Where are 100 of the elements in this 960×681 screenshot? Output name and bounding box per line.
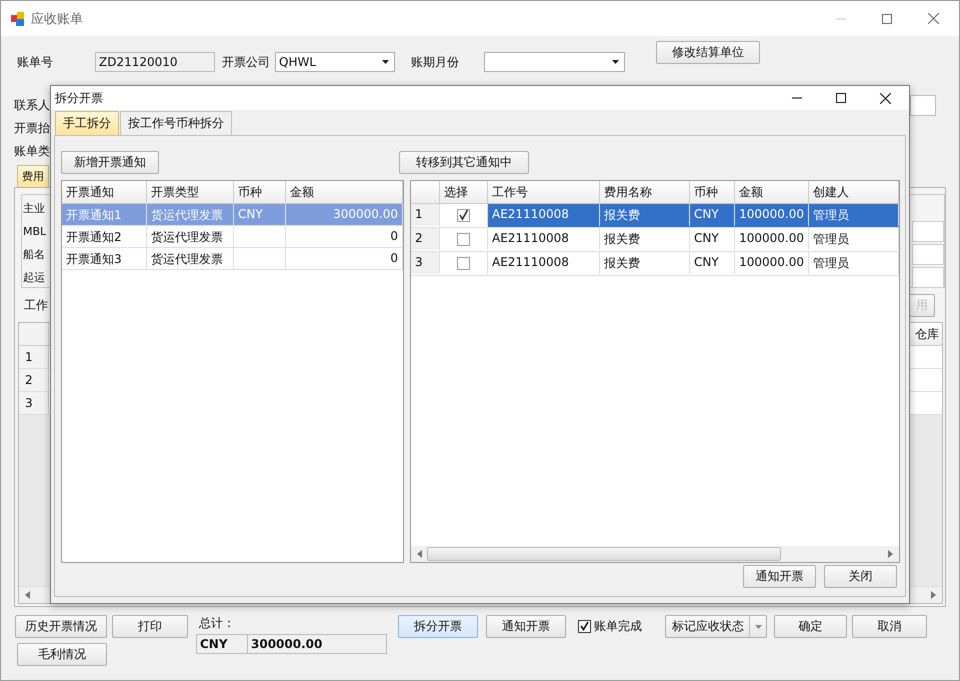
table-row[interactable]: 开票通知3 货运代理发票 0 [62, 248, 403, 270]
bill-number-label: 账单号 [16, 54, 54, 70]
form-label: 起运 [23, 270, 45, 285]
action-button[interactable]: 拆分开票 [398, 615, 478, 638]
table-row[interactable]: AE21110008 报关费 CNY 100000.00 管理员 [488, 252, 899, 275]
scroll-right-icon[interactable] [888, 550, 893, 558]
column-header: 币种 [234, 181, 286, 203]
table-cell: CNY [690, 252, 735, 274]
table-cell: 报关费 [600, 228, 690, 250]
checkbox-icon[interactable] [578, 620, 591, 633]
table-cell: 报关费 [600, 252, 690, 274]
company-label: 开票公司 [221, 54, 271, 70]
text-field[interactable] [912, 221, 944, 242]
text-field[interactable] [912, 244, 944, 265]
text-field[interactable] [910, 95, 936, 116]
column-header: 仓库 [915, 326, 940, 342]
column-header: 币种 [690, 181, 735, 203]
tab[interactable]: 手工拆分 [55, 111, 119, 135]
row-number: 3 [411, 252, 440, 274]
table-cell: 100000.00 [735, 228, 809, 250]
column-header: 金额 [286, 181, 403, 203]
row-number: 1 [19, 346, 49, 368]
form-label: 开票抬 [14, 120, 50, 137]
table-cell: 开票通知3 [62, 248, 147, 269]
text-field[interactable] [912, 267, 944, 288]
dialog-title: 拆分开票 [55, 90, 103, 106]
notify-invoice-button[interactable]: 通知开票 [743, 565, 816, 588]
status-dropdown-button[interactable]: 标记应收状态 [665, 615, 767, 638]
row-number: 2 [19, 369, 49, 391]
tab[interactable]: 按工作号币种拆分 [120, 111, 232, 135]
table-cell: 货运代理发票 [147, 248, 234, 269]
scroll-left-icon[interactable] [25, 591, 30, 599]
checkbox[interactable] [457, 208, 470, 222]
form-label: 工作 [23, 296, 48, 314]
column-header: 选择 [440, 181, 488, 203]
edit-settlement-button[interactable]: 修改结算单位 [656, 40, 760, 64]
form-label: 主业 [23, 201, 45, 216]
table-cell: 0 [286, 248, 403, 269]
table-cell: 0 [286, 226, 403, 247]
company-dropdown[interactable]: QHWL [275, 52, 395, 72]
form-label: MBL [23, 225, 46, 238]
checkbox[interactable] [457, 256, 470, 270]
scroll-right-icon[interactable] [931, 591, 936, 599]
column-header: 开票类型 [147, 181, 234, 203]
row-number: 2 [411, 228, 440, 250]
action-button[interactable]: 通知开票 [486, 615, 566, 638]
print-button[interactable]: 打印 [112, 615, 188, 638]
table-cell: CNY [690, 204, 735, 226]
column-header: 费用名称 [600, 181, 690, 203]
form-label: 船名 [23, 247, 45, 262]
table-cell: 开票通知2 [62, 226, 147, 247]
table-cell: AE21110008 [488, 228, 600, 250]
table-cell: AE21110008 [488, 204, 600, 226]
cancel-button[interactable]: 取消 [852, 615, 927, 638]
table-cell: 报关费 [600, 204, 690, 226]
form-label: 联系人 [14, 97, 50, 114]
table-cell: 300000.00 [286, 204, 403, 225]
table-cell: 100000.00 [735, 204, 809, 226]
table-row[interactable]: 开票通知2 货运代理发票 0 [62, 226, 403, 248]
caret-icon [382, 60, 389, 64]
total-currency: CNY [196, 634, 248, 654]
column-header: 工作号 [488, 181, 600, 203]
table-cell: 管理员 [809, 228, 899, 250]
close-button[interactable]: 关闭 [824, 565, 897, 588]
tab[interactable]: 费用 [17, 165, 49, 187]
table-cell: CNY [234, 204, 286, 225]
column-header: 金额 [735, 181, 809, 203]
row-number: 3 [19, 392, 49, 414]
table-cell: AE21110008 [488, 252, 600, 274]
move-to-notice-button[interactable]: 转移到其它通知中 [399, 151, 529, 174]
scroll-left-icon[interactable] [417, 550, 422, 558]
close-icon[interactable] [880, 92, 891, 104]
table-cell: CNY [690, 228, 735, 250]
table-cell: 货运代理发票 [147, 204, 234, 225]
maximize-icon[interactable] [836, 93, 846, 103]
period-label: 账期月份 [410, 54, 460, 70]
table-row[interactable]: AE21110008 报关费 CNY 100000.00 管理员 [488, 228, 899, 251]
caret-icon [612, 60, 619, 64]
period-dropdown[interactable] [484, 52, 625, 72]
profit-button[interactable]: 毛利情况 [17, 643, 107, 666]
app-icon [11, 12, 25, 26]
add-notice-button[interactable]: 新增开票通知 [61, 151, 159, 174]
form-label: 账单类 [14, 143, 50, 160]
total-amount: 300000.00 [248, 634, 387, 654]
history-invoices-button[interactable]: 历史开票情况 [15, 615, 107, 638]
caret-icon [754, 624, 762, 628]
table-cell: 管理员 [809, 204, 899, 226]
checkbox[interactable] [457, 232, 470, 246]
table-row[interactable]: AE21110008 报关费 CNY 100000.00 管理员 [488, 204, 899, 227]
total-label: 总计： [198, 615, 236, 632]
window-title: 应收账单 [31, 10, 83, 28]
bill-number-field[interactable]: ZD21120010 [95, 52, 215, 72]
column-header: 开票通知 [62, 181, 147, 203]
bill-complete-checkbox[interactable]: 账单完成 [578, 618, 642, 635]
row-number: 1 [411, 204, 440, 226]
table-cell: 开票通知1 [62, 204, 147, 225]
table-cell: 100000.00 [735, 252, 809, 274]
column-header: 创建人 [809, 181, 899, 203]
ok-button[interactable]: 确定 [774, 615, 847, 638]
table-cell: 管理员 [809, 252, 899, 274]
